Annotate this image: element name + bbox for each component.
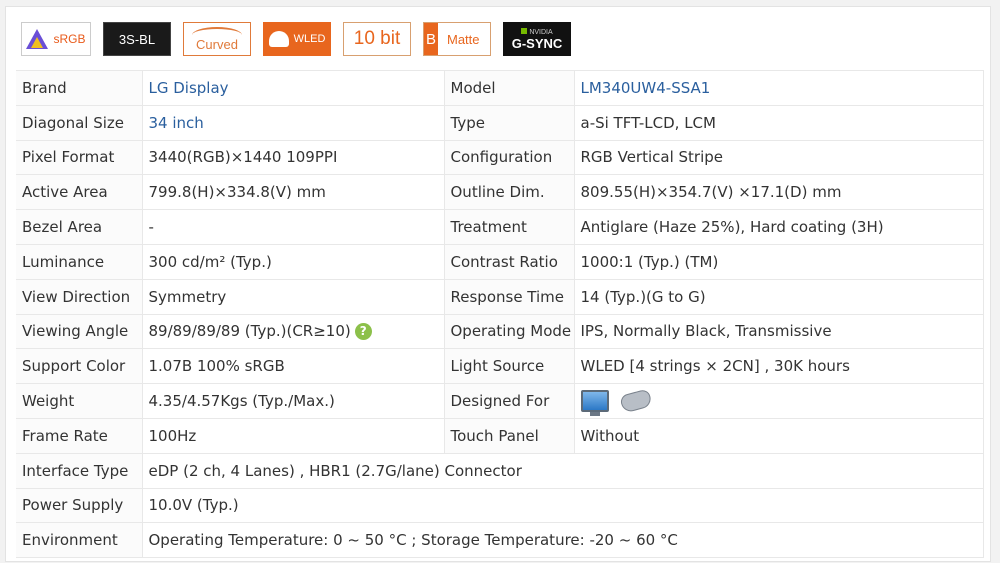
bitdepth-badge-label: 10 bit <box>353 28 401 49</box>
diagonal-size-link[interactable]: 34 inch <box>142 104 445 141</box>
spec-label: Support Color <box>16 348 143 385</box>
table-row: Luminance 300 cd/m² (Typ.) Contrast Rati… <box>16 243 984 280</box>
spec-value: 4.35/4.57Kgs (Typ./Max.) <box>142 383 445 419</box>
bitdepth-badge: 10 bit <box>343 22 411 56</box>
spec-label: Frame Rate <box>16 417 143 454</box>
color-gamut-icon <box>26 29 49 49</box>
gamepad-icon <box>618 388 653 414</box>
spec-label: Treatment <box>444 209 575 245</box>
table-row: Power Supply 10.0V (Typ.) <box>16 487 984 524</box>
model-link[interactable]: LM340UW4-SSA1 <box>574 70 984 106</box>
table-row: Bezel Area - Treatment Antiglare (Haze 2… <box>16 209 984 245</box>
table-row: Active Area 799.8(H)×334.8(V) mm Outline… <box>16 174 984 211</box>
spec-value: - <box>142 209 445 245</box>
table-row: View Direction Symmetry Response Time 14… <box>16 278 984 315</box>
spec-label: Viewing Angle <box>16 313 143 350</box>
spec-label: Active Area <box>16 174 143 211</box>
spec-value: Operating Temperature: 0 ~ 50 °C ; Stora… <box>142 522 984 559</box>
table-row: Frame Rate 100Hz Touch Panel Without <box>16 417 984 454</box>
table-row: Support Color 1.07B 100% sRGB Light Sour… <box>16 348 984 385</box>
spec-label: Environment <box>16 522 143 559</box>
spec-label: Luminance <box>16 243 143 280</box>
gsync-badge-label: G-SYNC <box>511 36 563 51</box>
backlight-badge: 3S-BL <box>103 22 171 56</box>
spec-panel: sRGB 3S-BL Curved WLED 10 bit B Matte NV… <box>5 6 991 562</box>
spec-value: 14 (Typ.)(G to G) <box>574 278 984 315</box>
spec-value: 3440(RGB)×1440 109PPI <box>142 139 445 176</box>
srgb-badge: sRGB <box>21 22 91 56</box>
backlight-badge-label: 3S-BL <box>118 31 156 47</box>
spec-value: 799.8(H)×334.8(V) mm <box>142 174 445 211</box>
spec-label: Light Source <box>444 348 575 385</box>
spec-table: Brand LG Display Model LM340UW4-SSA1 Dia… <box>16 70 984 559</box>
spec-value-cell: 89/89/89/89 (Typ.)(CR≥10)? <box>142 313 445 350</box>
spec-value: 809.55(H)×354.7(V) ×17.1(D) mm <box>574 174 984 211</box>
spec-label: Pixel Format <box>16 139 143 176</box>
table-row: Weight 4.35/4.57Kgs (Typ./Max.) Designed… <box>16 383 984 419</box>
spec-label: Outline Dim. <box>444 174 575 211</box>
table-row: Environment Operating Temperature: 0 ~ 5… <box>16 522 984 559</box>
srgb-badge-label: sRGB <box>53 32 86 46</box>
spec-label: Designed For <box>444 383 575 419</box>
monitor-icon <box>580 390 609 417</box>
spec-value: IPS, Normally Black, Transmissive <box>574 313 984 350</box>
spec-value: Antiglare (Haze 25%), Hard coating (3H) <box>574 209 984 245</box>
spec-label: Bezel Area <box>16 209 143 245</box>
spec-label: Diagonal Size <box>16 104 143 141</box>
matte-badge: B Matte <box>423 22 491 56</box>
table-row: Viewing Angle 89/89/89/89 (Typ.)(CR≥10)?… <box>16 313 984 350</box>
spec-value: 89/89/89/89 (Typ.)(CR≥10) <box>148 322 351 341</box>
spec-label: Model <box>444 70 575 106</box>
spec-value: a-Si TFT-LCD, LCM <box>574 104 984 141</box>
spec-value: WLED [4 strings × 2CN] , 30K hours <box>574 348 984 385</box>
table-row: Diagonal Size 34 inch Type a-Si TFT-LCD,… <box>16 104 984 141</box>
spec-label: Operating Mode <box>444 313 575 350</box>
spec-label: Contrast Ratio <box>444 243 575 280</box>
spec-label: Power Supply <box>16 487 143 524</box>
spec-label: Weight <box>16 383 143 419</box>
led-icon <box>268 31 289 47</box>
help-icon[interactable]: ? <box>354 323 372 341</box>
spec-label: Response Time <box>444 278 575 315</box>
table-row: Pixel Format 3440(RGB)×1440 109PPI Confi… <box>16 139 984 176</box>
feature-badges: sRGB 3S-BL Curved WLED 10 bit B Matte NV… <box>21 22 583 62</box>
spec-label: Interface Type <box>16 452 143 489</box>
designed-for-icons <box>574 383 984 419</box>
curved-badge: Curved <box>183 22 251 56</box>
spec-label: Configuration <box>444 139 575 176</box>
spec-value: RGB Vertical Stripe <box>574 139 984 176</box>
spec-label: View Direction <box>16 278 143 315</box>
spec-value: 1000:1 (Typ.) (TM) <box>574 243 984 280</box>
spec-label: Brand <box>16 70 143 106</box>
spec-value: 300 cd/m² (Typ.) <box>142 243 445 280</box>
spec-value: Symmetry <box>142 278 445 315</box>
spec-label: Touch Panel <box>444 417 575 454</box>
spec-value: eDP (2 ch, 4 Lanes) , HBR1 (2.7G/lane) C… <box>142 452 984 489</box>
spec-value: 1.07B 100% sRGB <box>142 348 445 385</box>
spec-value: 10.0V (Typ.) <box>142 487 984 524</box>
curve-icon <box>192 27 242 43</box>
wled-badge: WLED <box>263 22 331 56</box>
matte-badge-label: Matte <box>447 31 480 47</box>
table-row: Brand LG Display Model LM340UW4-SSA1 <box>16 70 984 106</box>
spec-label: Type <box>444 104 575 141</box>
matte-mark: B <box>424 23 438 55</box>
table-row: Interface Type eDP (2 ch, 4 Lanes) , HBR… <box>16 452 984 489</box>
brand-link[interactable]: LG Display <box>142 70 445 106</box>
wled-badge-label: WLED <box>293 33 326 45</box>
spec-value: Without <box>574 417 984 454</box>
spec-value: 100Hz <box>142 417 445 454</box>
gsync-badge: NVIDIA G-SYNC <box>503 22 571 56</box>
